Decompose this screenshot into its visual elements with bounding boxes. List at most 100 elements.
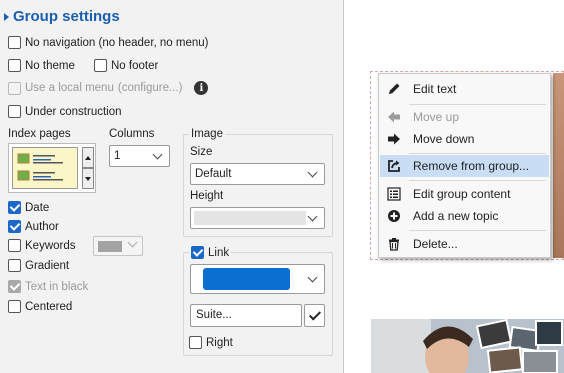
menu-item-edit-group-content[interactable]: Edit group content bbox=[380, 183, 549, 205]
menu-item-label: Delete... bbox=[413, 237, 458, 251]
topic-thumbnail-image[interactable] bbox=[371, 319, 564, 373]
index-pages-label: Index pages bbox=[8, 128, 71, 140]
right-checkbox[interactable] bbox=[189, 336, 202, 349]
no-navigation-label: No navigation (no header, no menu) bbox=[25, 36, 209, 49]
menu-item-label: Move up bbox=[413, 110, 460, 124]
menu-item-move-down[interactable]: Move down bbox=[380, 128, 549, 150]
keywords-label: Keywords bbox=[25, 239, 76, 252]
chevron-down-icon bbox=[152, 149, 163, 159]
author-label: Author bbox=[25, 220, 59, 233]
chevron-down-icon bbox=[307, 167, 318, 177]
index-layout-thumbnail[interactable] bbox=[12, 147, 78, 189]
link-option[interactable]: Link bbox=[189, 246, 232, 259]
height-value bbox=[194, 211, 306, 225]
date-label: Date bbox=[25, 201, 50, 214]
plus-circle-icon bbox=[386, 208, 402, 224]
right-label: Right bbox=[206, 336, 233, 349]
columns-label: Columns bbox=[109, 128, 155, 140]
configure-link[interactable]: (configure...) bbox=[118, 82, 183, 94]
chevron-down-icon bbox=[307, 211, 318, 221]
collapse-triangle-icon[interactable] bbox=[4, 12, 9, 21]
menu-separator bbox=[409, 104, 546, 105]
keywords-checkbox[interactable] bbox=[8, 239, 21, 252]
group-settings-panel: Group settings No navigation (no header,… bbox=[0, 0, 344, 373]
link-checkbox[interactable] bbox=[191, 246, 204, 259]
checkmark-icon bbox=[308, 307, 321, 321]
triangle-down-icon bbox=[85, 176, 91, 181]
size-value: Default bbox=[195, 168, 232, 180]
under-construction-option[interactable]: Under construction bbox=[8, 105, 122, 118]
height-label: Height bbox=[190, 190, 224, 202]
link-color-select[interactable] bbox=[190, 264, 325, 294]
columns-select[interactable]: 1 bbox=[109, 145, 170, 167]
keywords-color-select[interactable] bbox=[93, 236, 143, 256]
menu-separator bbox=[409, 230, 546, 231]
gradient-option[interactable]: Gradient bbox=[8, 259, 69, 272]
author-checkbox[interactable] bbox=[8, 220, 21, 233]
right-option[interactable]: Right bbox=[189, 336, 233, 349]
under-construction-label: Under construction bbox=[25, 105, 122, 118]
menu-item-remove-from-group[interactable]: Remove from group... bbox=[380, 155, 549, 177]
panel-title: Group settings bbox=[13, 8, 120, 25]
text-in-black-checkbox[interactable] bbox=[8, 280, 21, 293]
panel-header[interactable]: Group settings bbox=[4, 8, 120, 25]
context-menu: Edit text Move up Move down Remove from … bbox=[378, 73, 551, 258]
topic-image-edge bbox=[553, 73, 564, 258]
centered-option[interactable]: Centered bbox=[8, 300, 72, 313]
size-select[interactable]: Default bbox=[190, 163, 325, 185]
keywords-color-swatch bbox=[98, 241, 122, 252]
no-footer-option[interactable]: No footer bbox=[94, 59, 158, 72]
menu-item-label: Move down bbox=[413, 132, 475, 146]
author-option[interactable]: Author bbox=[8, 220, 59, 233]
menu-item-add-new-topic[interactable]: Add a new topic bbox=[380, 205, 549, 227]
local-menu-checkbox[interactable] bbox=[8, 81, 21, 95]
confirm-button[interactable] bbox=[304, 304, 325, 327]
date-option[interactable]: Date bbox=[8, 201, 49, 214]
centered-label: Centered bbox=[25, 300, 73, 313]
no-footer-checkbox[interactable] bbox=[94, 59, 107, 72]
index-pages-picker[interactable] bbox=[8, 143, 96, 193]
trash-icon bbox=[386, 236, 402, 252]
list-icon bbox=[386, 186, 402, 202]
chevron-down-icon bbox=[307, 272, 318, 282]
menu-item-move-up[interactable]: Move up bbox=[380, 106, 549, 128]
date-checkbox[interactable] bbox=[8, 201, 21, 214]
no-footer-label: No footer bbox=[111, 59, 159, 72]
photo-collage-image bbox=[371, 319, 564, 373]
menu-item-label: Remove from group... bbox=[413, 159, 530, 173]
scroll-down-button[interactable] bbox=[82, 168, 94, 189]
link-label: Link bbox=[208, 246, 230, 259]
gradient-label: Gradient bbox=[25, 259, 70, 272]
text-in-black-option[interactable]: Text in black bbox=[8, 280, 88, 293]
local-menu-option[interactable]: Use a local menu (configure...) i bbox=[8, 81, 209, 95]
menu-item-edit-text[interactable]: Edit text bbox=[380, 78, 549, 100]
suite-input-value: Suite... bbox=[196, 309, 232, 321]
gradient-checkbox[interactable] bbox=[8, 259, 21, 272]
height-select[interactable] bbox=[190, 207, 325, 229]
no-theme-label: No theme bbox=[25, 59, 75, 72]
layout-preview-icon bbox=[17, 153, 63, 181]
scroll-up-button[interactable] bbox=[82, 147, 94, 168]
local-menu-label: Use a local menu bbox=[25, 82, 114, 94]
menu-item-label: Edit group content bbox=[413, 187, 511, 201]
under-construction-checkbox[interactable] bbox=[8, 105, 21, 118]
text-in-black-label: Text in black bbox=[25, 280, 89, 293]
keywords-option[interactable]: Keywords bbox=[8, 239, 76, 252]
no-theme-option[interactable]: No theme bbox=[8, 59, 75, 72]
export-icon bbox=[386, 158, 402, 174]
chevron-down-icon bbox=[127, 237, 138, 248]
info-icon[interactable]: i bbox=[194, 81, 209, 95]
no-theme-checkbox[interactable] bbox=[8, 59, 21, 72]
size-label: Size bbox=[190, 146, 213, 158]
no-navigation-checkbox[interactable] bbox=[8, 36, 21, 49]
link-color-swatch bbox=[203, 268, 290, 290]
no-navigation-option[interactable]: No navigation (no header, no menu) bbox=[8, 36, 208, 49]
menu-item-delete[interactable]: Delete... bbox=[380, 233, 549, 255]
suite-input[interactable]: Suite... bbox=[190, 304, 302, 327]
arrow-right-icon bbox=[386, 131, 402, 147]
triangle-up-icon bbox=[85, 155, 91, 160]
menu-item-label: Edit text bbox=[413, 82, 457, 96]
centered-checkbox[interactable] bbox=[8, 300, 21, 313]
menu-separator bbox=[409, 153, 546, 154]
pencil-icon bbox=[386, 81, 402, 97]
